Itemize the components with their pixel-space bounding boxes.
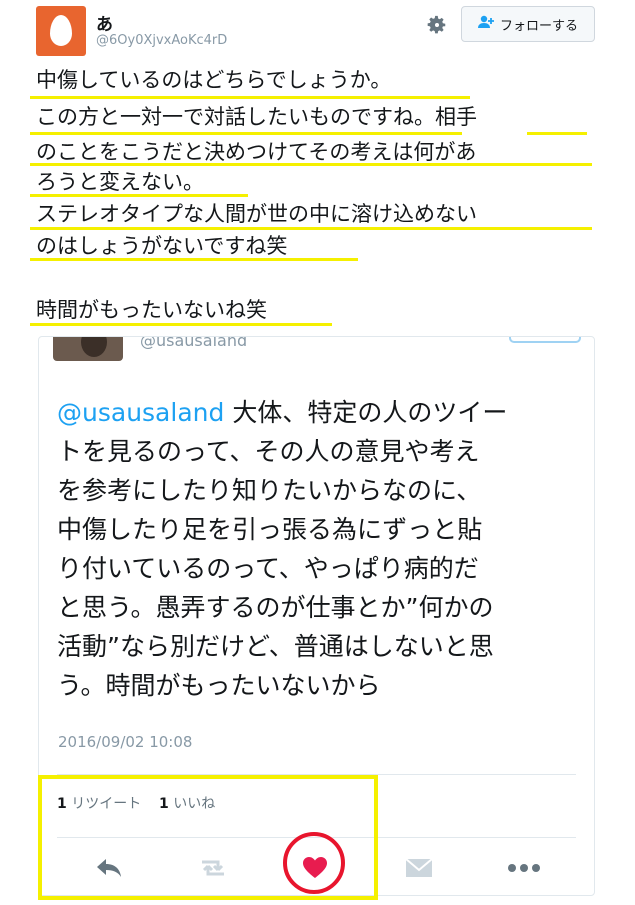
tweet-line: ステレオタイプな人間が世の中に溶け込めない xyxy=(36,202,477,226)
highlight-underline xyxy=(30,163,592,166)
highlight-circle xyxy=(283,832,345,894)
mention-link[interactable]: @usausaland xyxy=(57,398,224,427)
highlight-underline xyxy=(30,132,462,135)
highlight-underline xyxy=(30,227,592,230)
quoted-text-line: う。時間がもったいないから xyxy=(57,671,381,700)
display-name[interactable]: あ xyxy=(96,10,113,35)
quoted-text-line: り付いているのって、やっぱり病的だ xyxy=(57,554,479,583)
add-user-icon xyxy=(477,15,500,33)
highlight-underline xyxy=(30,194,248,197)
highlight-underline xyxy=(30,258,358,261)
avatar[interactable] xyxy=(36,6,86,56)
follow-label: フォローする xyxy=(499,18,578,34)
quoted-text-line: @usausaland 大体、特定の人のツイー xyxy=(57,398,508,427)
tweet-line: ろうと変えない。 xyxy=(36,170,204,194)
tweet-line: のことをこうだと決めつけてその考えは何があ xyxy=(36,140,477,164)
envelope-icon[interactable] xyxy=(399,853,439,883)
tweet-timestamp[interactable]: 2016/09/02 10:08 xyxy=(58,733,192,751)
more-icon[interactable] xyxy=(504,853,544,883)
quoted-follow-button[interactable] xyxy=(509,337,581,343)
quoted-text-line: と思う。愚弄するのが仕事とか”何かの xyxy=(57,593,494,622)
highlight-underline xyxy=(527,132,587,135)
quoted-handle[interactable]: @usausaland xyxy=(140,337,247,350)
tweet-line: この方と一対一で対話したいものですね。相手 xyxy=(36,105,477,129)
quoted-text-line: 活動”なら別だけど、普通はしないと思 xyxy=(57,632,494,661)
quoted-text-line: トを見るのって、その人の意見や考え xyxy=(57,437,480,466)
highlight-underline xyxy=(30,323,332,326)
tweet-line: 時間がもったいないね笑 xyxy=(36,298,267,322)
quoted-text-line: 中傷したり足を引っ張る為にずっと貼 xyxy=(57,515,483,544)
follow-button[interactable]: フォローする xyxy=(461,6,595,42)
quoted-text-line: を参考にしたり知りたいからなのに、 xyxy=(57,476,482,505)
tweet-line: のはしょうがないですね笑 xyxy=(36,234,288,258)
tweet-line: 中傷しているのはどちらでしょうか。 xyxy=(36,68,392,92)
quoted-avatar[interactable] xyxy=(53,337,123,361)
gear-icon[interactable] xyxy=(426,14,448,36)
egg-avatar-icon xyxy=(50,15,72,46)
user-handle[interactable]: @6Oy0XjvxAoKc4rD xyxy=(96,33,227,48)
highlight-underline xyxy=(30,96,470,99)
